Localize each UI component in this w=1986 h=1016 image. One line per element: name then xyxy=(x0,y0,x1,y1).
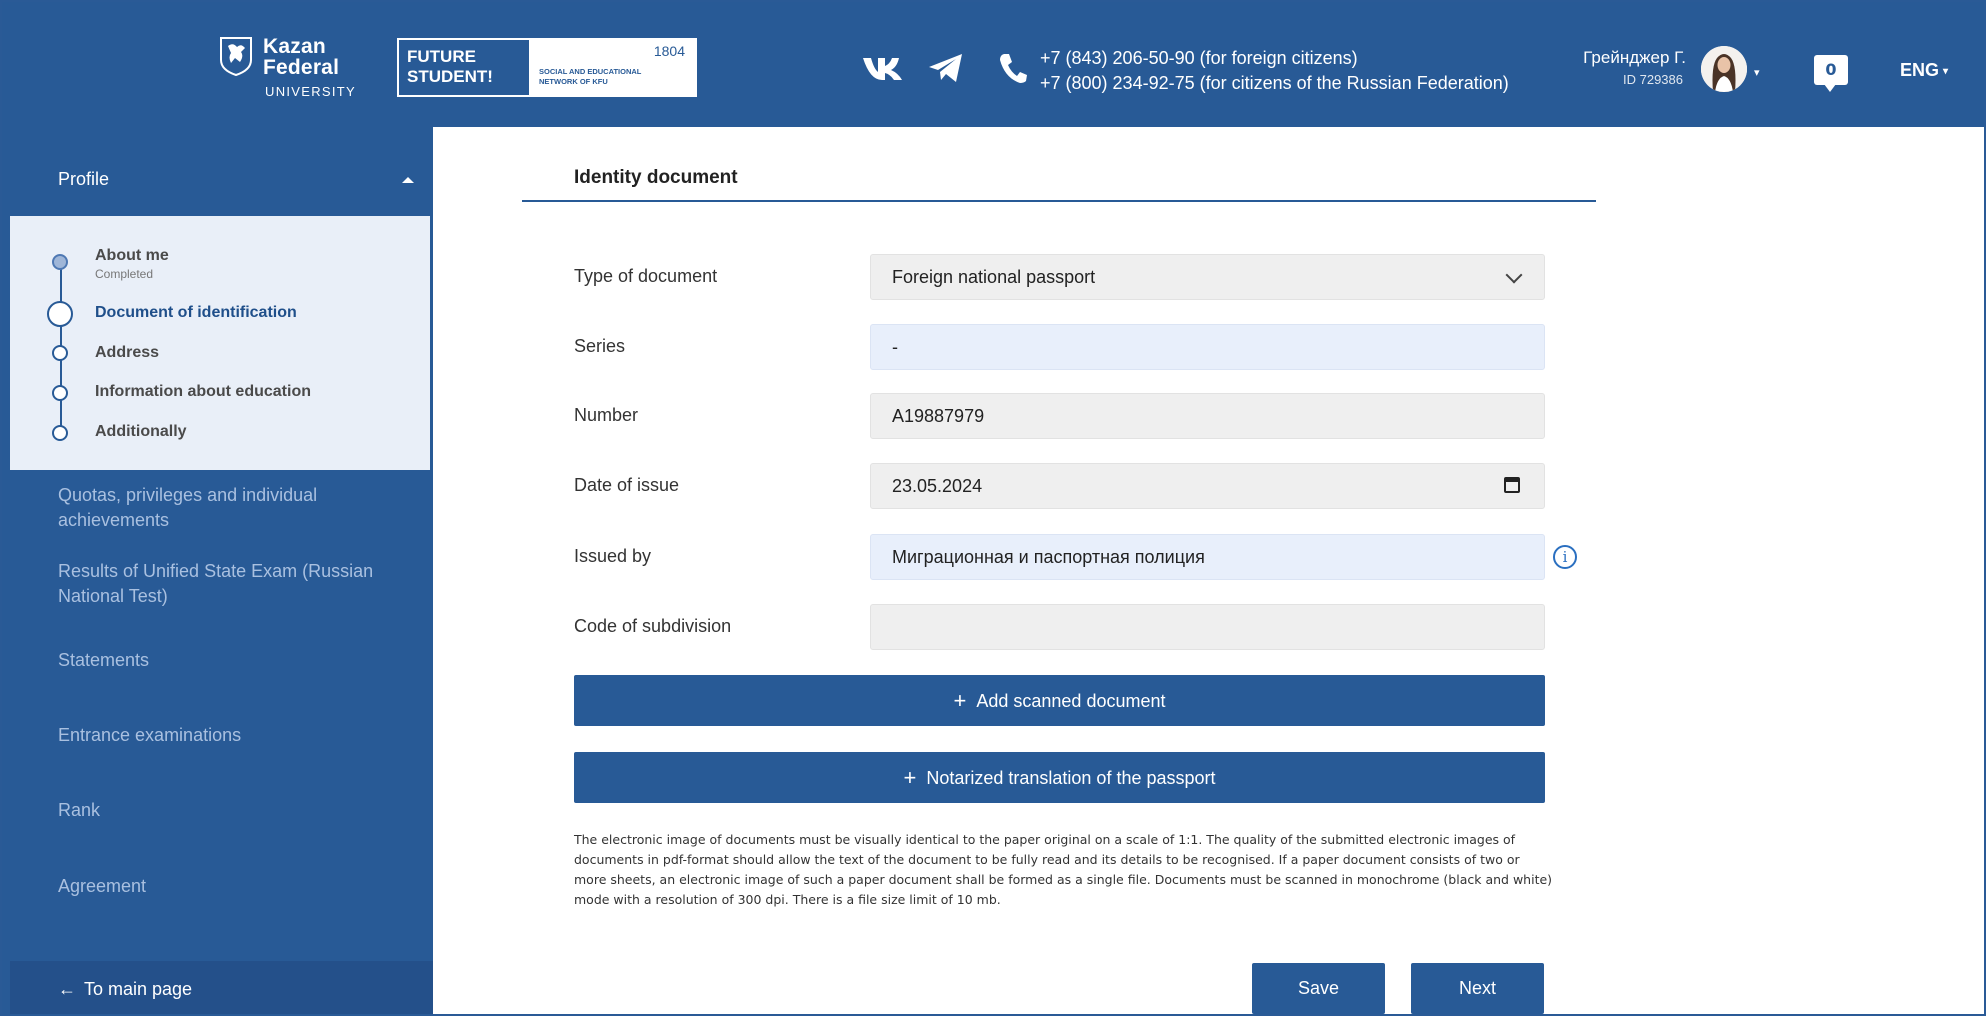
sidebar-item-statements[interactable]: Statements xyxy=(58,648,388,673)
future-student-title-1: FUTURE xyxy=(407,47,476,66)
arrow-left-icon: ← xyxy=(58,979,76,999)
future-student-title-2: STUDENT! xyxy=(407,67,493,86)
kfu-emblem-icon xyxy=(220,37,252,76)
step-label: About me xyxy=(95,247,169,264)
contact-phones: +7 (843) 206-50-90 (for foreign citizens… xyxy=(1040,46,1509,96)
step-done-dot-icon xyxy=(52,254,68,270)
future-student-logo[interactable]: FUTURE STUDENT! 1804 SOCIAL AND EDUCATIO… xyxy=(397,38,697,97)
future-student-subtitle-1: SOCIAL AND EDUCATIONAL xyxy=(539,67,642,76)
type-of-document-select[interactable]: Foreign national passport xyxy=(870,254,1545,300)
to-main-page-link[interactable]: ← To main page xyxy=(10,961,433,1016)
telegram-icon[interactable] xyxy=(928,52,964,84)
date-of-issue-label: Date of issue xyxy=(574,475,680,495)
type-of-document-value: Foreign national passport xyxy=(892,267,1096,287)
user-id: ID 729386 xyxy=(1623,72,1683,87)
sidebar: Profile About me Completed Document of i… xyxy=(0,127,433,1016)
sidebar-item-rank[interactable]: Rank xyxy=(58,798,388,823)
language-caret-icon: ▾ xyxy=(1943,65,1949,77)
phone-icon xyxy=(1000,54,1027,83)
issued-by-label: Issued by xyxy=(574,546,652,566)
section-title: Identity document xyxy=(574,167,738,188)
user-menu-caret-icon[interactable]: ▾ xyxy=(1754,66,1760,79)
type-of-document-label: Type of document xyxy=(574,266,718,286)
notarized-translation-label: Notarized translation of the passport xyxy=(926,768,1216,788)
user-info[interactable]: Грейнджер Г. ID 729386 xyxy=(1566,48,1686,87)
top-header: Kazan Federal UNIVERSITY FUTURE STUDENT!… xyxy=(0,0,1986,127)
date-of-issue-value: 23.05.2024 xyxy=(892,476,983,496)
profile-steps: About me Completed Document of identific… xyxy=(10,216,430,470)
date-of-issue-input[interactable]: 23.05.2024 xyxy=(870,463,1545,509)
number-label: Number xyxy=(574,405,639,425)
future-student-year: 1804 xyxy=(653,43,685,59)
next-button[interactable]: Next xyxy=(1411,963,1544,1014)
avatar[interactable] xyxy=(1701,46,1747,92)
future-student-subtitle-2: NETWORK OF KFU xyxy=(539,77,608,86)
language-switcher[interactable]: ENG ▾ xyxy=(1900,60,1948,81)
main-content: Identity document Type of document Forei… xyxy=(433,127,1986,1016)
step-status: Completed xyxy=(95,267,154,281)
step-dot-icon xyxy=(52,345,68,361)
calendar-icon[interactable] xyxy=(1504,477,1520,493)
number-input[interactable]: A19887979 xyxy=(870,393,1545,439)
step-label: Address xyxy=(95,344,160,361)
add-scanned-document-button[interactable]: + Add scanned document xyxy=(574,675,1545,726)
section-divider xyxy=(522,200,1596,202)
step-label: Additionally xyxy=(95,423,187,440)
step-dot-icon xyxy=(52,385,68,401)
phone-foreign[interactable]: +7 (843) 206-50-90 (for foreign citizens… xyxy=(1040,46,1509,71)
step-dot-icon xyxy=(52,425,68,441)
sidebar-item-entrance-examinations[interactable]: Entrance examinations xyxy=(58,723,388,748)
sidebar-profile-header[interactable]: Profile xyxy=(10,127,430,215)
step-label: Information about education xyxy=(95,383,311,400)
vk-icon[interactable] xyxy=(862,54,904,82)
chevron-down-icon xyxy=(1505,266,1523,284)
user-name: Грейнджер Г. xyxy=(1583,48,1686,67)
notarized-translation-button[interactable]: + Notarized translation of the passport xyxy=(574,752,1545,803)
sidebar-item-unified-state-exam[interactable]: Results of Unified State Exam (Russian N… xyxy=(58,559,388,609)
kfu-name-line1: Kazan xyxy=(263,35,326,58)
phone-russia[interactable]: +7 (800) 234-92-75 (for citizens of the … xyxy=(1040,71,1509,96)
plus-icon: + xyxy=(953,688,967,713)
series-input[interactable]: - xyxy=(870,324,1545,370)
code-of-subdivision-label: Code of subdivision xyxy=(574,616,732,636)
language-label: ENG xyxy=(1900,60,1940,80)
code-of-subdivision-input[interactable] xyxy=(870,604,1545,650)
plus-icon: + xyxy=(903,765,917,790)
to-main-label: To main page xyxy=(84,979,193,999)
kfu-name-line2: Federal xyxy=(263,56,340,79)
scan-requirements-notice: The electronic image of documents must b… xyxy=(574,832,1553,907)
info-icon[interactable]: i xyxy=(1553,545,1577,569)
issued-by-input[interactable]: Миграционная и паспортная полиция xyxy=(870,534,1545,580)
step-label: Document of identification xyxy=(95,304,297,321)
save-button[interactable]: Save xyxy=(1252,963,1385,1014)
kfu-name-line3: UNIVERSITY xyxy=(265,84,357,99)
series-label: Series xyxy=(574,336,626,356)
collapse-caret-icon xyxy=(402,177,414,183)
add-scanned-document-label: Add scanned document xyxy=(976,691,1166,711)
sidebar-item-agreement[interactable]: Agreement xyxy=(58,874,388,899)
avatar-image xyxy=(1701,46,1747,92)
sidebar-item-quotas[interactable]: Quotas, privileges and individual achiev… xyxy=(58,483,388,533)
kfu-logo[interactable]: Kazan Federal UNIVERSITY xyxy=(219,36,356,98)
step-active-dot-icon xyxy=(47,301,73,327)
sidebar-profile-label: Profile xyxy=(58,169,110,189)
notifications-badge[interactable]: 0 xyxy=(1814,55,1848,92)
